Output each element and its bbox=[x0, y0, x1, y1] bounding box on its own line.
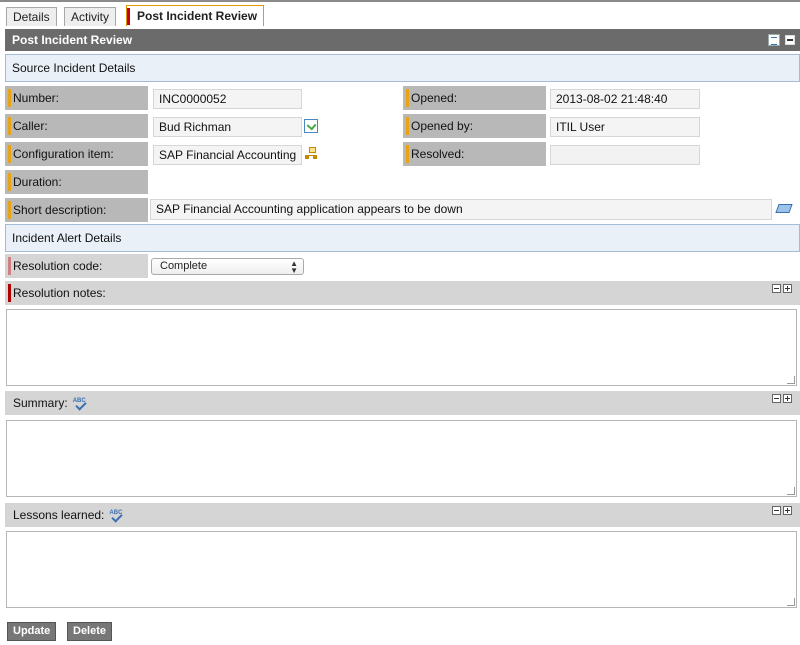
resolution-notes-header: Resolution notes: bbox=[5, 281, 800, 305]
spell-check-icon[interactable]: ABC bbox=[108, 510, 124, 523]
lessons-learned-label: Lessons learned: bbox=[13, 508, 105, 522]
collapse-icon[interactable] bbox=[785, 35, 795, 45]
mandatory-marker bbox=[406, 89, 409, 107]
tab-activity[interactable]: Activity bbox=[64, 7, 117, 26]
lessons-learned-textarea[interactable] bbox=[6, 531, 797, 608]
mandatory-marker bbox=[8, 145, 11, 163]
number-label: Number: bbox=[5, 86, 148, 110]
caller-reference-icon[interactable] bbox=[304, 119, 318, 133]
resolution-code-value: Complete bbox=[160, 260, 208, 272]
opened-by-field[interactable]: ITIL User bbox=[550, 117, 700, 137]
required-marker bbox=[8, 284, 11, 302]
mandatory-marker bbox=[406, 145, 409, 163]
tab-details-label: Details bbox=[13, 10, 50, 24]
opened-label: Opened: bbox=[403, 86, 546, 110]
tab-post-incident-review[interactable]: Post Incident Review bbox=[126, 5, 265, 26]
update-button[interactable]: Update bbox=[7, 622, 57, 641]
select-arrows-icon: ▲ ▼ bbox=[290, 259, 298, 275]
resize-grip-icon[interactable] bbox=[787, 598, 795, 606]
opened-value: 2013-08-02 21:48:40 bbox=[556, 92, 668, 106]
resolved-field[interactable] bbox=[550, 145, 700, 165]
opened-by-value: ITIL User bbox=[556, 120, 605, 134]
tab-bar: Details Activity Post Incident Review bbox=[0, 0, 800, 27]
short-description-value: SAP Financial Accounting application app… bbox=[156, 202, 463, 216]
spell-check-icon[interactable]: ABC bbox=[72, 398, 88, 411]
mandatory-marker bbox=[406, 117, 409, 135]
mandatory-marker bbox=[8, 201, 11, 219]
caller-label: Caller: bbox=[5, 114, 148, 138]
caller-label-text: Caller: bbox=[13, 119, 48, 133]
resolution-notes-label: Resolution notes: bbox=[13, 286, 106, 300]
update-button-label: Update bbox=[13, 625, 51, 637]
knowledge-search-icon[interactable] bbox=[776, 202, 792, 216]
required-marker bbox=[8, 257, 11, 275]
lessons-learned-header: Lessons learned: ABC bbox=[5, 503, 800, 527]
section-incident-alert-details: Incident Alert Details bbox=[5, 224, 800, 252]
opened-label-text: Opened: bbox=[411, 91, 458, 105]
duration-label-text: Duration: bbox=[13, 175, 62, 189]
number-value: INC0000052 bbox=[159, 92, 227, 106]
mandatory-marker bbox=[8, 173, 11, 191]
short-description-field[interactable]: SAP Financial Accounting application app… bbox=[150, 199, 772, 220]
expand-icon[interactable] bbox=[783, 394, 792, 403]
opened-field[interactable]: 2013-08-02 21:48:40 bbox=[550, 89, 700, 109]
list-view-icon[interactable] bbox=[768, 34, 780, 46]
summary-textarea[interactable] bbox=[6, 420, 797, 497]
resolution-code-label-text: Resolution code: bbox=[13, 259, 103, 273]
delete-button-label: Delete bbox=[73, 625, 107, 637]
shrink-icon[interactable] bbox=[772, 394, 781, 403]
section-source-incident-details: Source Incident Details bbox=[5, 54, 800, 82]
ci-relationship-icon[interactable] bbox=[305, 147, 319, 161]
resolved-label-text: Resolved: bbox=[411, 147, 465, 161]
section-alert-label: Incident Alert Details bbox=[12, 231, 122, 245]
resize-grip-icon[interactable] bbox=[787, 487, 795, 495]
section-source-label: Source Incident Details bbox=[12, 61, 136, 75]
number-label-text: Number: bbox=[13, 91, 60, 105]
number-field[interactable]: INC0000052 bbox=[153, 89, 302, 109]
duration-label: Duration: bbox=[5, 170, 148, 194]
resize-grip-icon[interactable] bbox=[787, 376, 795, 384]
expand-icon[interactable] bbox=[783, 284, 792, 293]
caller-field[interactable]: Bud Richman bbox=[153, 117, 302, 137]
summary-header: Summary: ABC bbox=[5, 391, 800, 415]
form-title: Post Incident Review bbox=[12, 33, 133, 47]
ci-label-text: Configuration item: bbox=[13, 147, 114, 161]
caller-value: Bud Richman bbox=[159, 120, 232, 134]
expand-icon[interactable] bbox=[783, 506, 792, 515]
resolution-code-select[interactable]: Complete ▲ ▼ bbox=[151, 258, 304, 275]
tab-details[interactable]: Details bbox=[6, 7, 57, 26]
short-description-label-text: Short description: bbox=[13, 203, 107, 217]
tab-active-marker bbox=[127, 8, 130, 25]
tab-activity-label: Activity bbox=[71, 10, 110, 24]
resolution-code-label: Resolution code: bbox=[5, 254, 148, 278]
summary-label: Summary: bbox=[13, 396, 68, 410]
shrink-icon[interactable] bbox=[772, 506, 781, 515]
form-header: Post Incident Review bbox=[5, 29, 800, 51]
opened-by-label: Opened by: bbox=[403, 114, 546, 138]
opened-by-label-text: Opened by: bbox=[411, 119, 474, 133]
ci-label: Configuration item: bbox=[5, 142, 148, 166]
resolution-notes-textarea[interactable] bbox=[6, 309, 797, 386]
ci-value: SAP Financial Accounting bbox=[159, 148, 297, 162]
tab-post-incident-review-label: Post Incident Review bbox=[137, 9, 258, 23]
short-description-label: Short description: bbox=[5, 198, 148, 222]
mandatory-marker bbox=[8, 117, 11, 135]
resolved-label: Resolved: bbox=[403, 142, 546, 166]
mandatory-marker bbox=[8, 89, 11, 107]
configuration-item-field[interactable]: SAP Financial Accounting bbox=[153, 145, 302, 165]
delete-button[interactable]: Delete bbox=[67, 622, 113, 641]
shrink-icon[interactable] bbox=[772, 284, 781, 293]
